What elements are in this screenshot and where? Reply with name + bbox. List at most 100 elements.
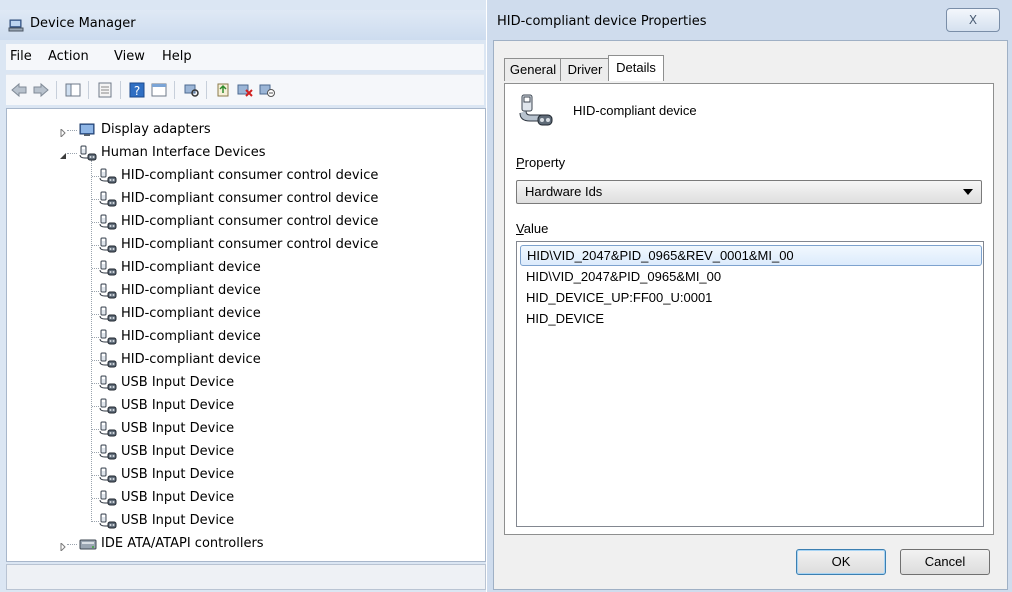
- tab-general[interactable]: General: [504, 58, 562, 81]
- menu-action[interactable]: Action: [48, 49, 89, 64]
- tree-connector: [92, 314, 99, 315]
- ide-controller-icon: [79, 536, 97, 552]
- device-manager-icon: [8, 19, 24, 32]
- tab-driver[interactable]: Driver: [560, 58, 610, 81]
- help-icon[interactable]: ?: [128, 81, 146, 99]
- property-label: Property: [516, 155, 566, 170]
- tree-item-label: Display adapters: [101, 122, 211, 137]
- hid-icon: [99, 513, 117, 529]
- expand-arrow-icon[interactable]: [59, 540, 67, 553]
- back-arrow-icon[interactable]: [10, 81, 28, 99]
- tree-connector: [92, 498, 99, 499]
- hid-icon: [99, 375, 117, 391]
- property-dropdown[interactable]: Hardware Ids: [516, 180, 982, 204]
- tree-item-label: HID-compliant consumer control device: [121, 214, 379, 229]
- value-list-item[interactable]: HID_DEVICE_UP:FF00_U:0001: [520, 287, 980, 308]
- value-list-item[interactable]: HID_DEVICE: [520, 308, 980, 329]
- property-selected-value: Hardware Ids: [525, 184, 603, 199]
- tree-item-label: HID-compliant device: [121, 329, 261, 344]
- tree-connector: [92, 475, 99, 476]
- tree-connector: [92, 291, 99, 292]
- disable-icon[interactable]: [258, 81, 276, 99]
- value-label: Value: [516, 221, 549, 236]
- hid-icon: [99, 467, 117, 483]
- toolbar-separator: [120, 81, 121, 99]
- update-driver-icon[interactable]: [214, 81, 232, 99]
- window-title: Device Manager: [30, 16, 136, 31]
- hid-icon: [99, 306, 117, 322]
- tree-connector: [92, 429, 99, 430]
- hid-icon: [99, 490, 117, 506]
- hid-icon: [99, 237, 117, 253]
- value-list[interactable]: HID\VID_2047&PID_0965&REV_0001&MI_00 HID\…: [516, 241, 984, 527]
- tree-item-label: HID-compliant device: [121, 260, 261, 275]
- display-adapter-icon: [79, 122, 97, 138]
- device-tree[interactable]: Display adapters Human Interface Devices H…: [6, 108, 486, 562]
- tree-item-label: HID-compliant consumer control device: [121, 191, 379, 206]
- menu-view[interactable]: View: [114, 49, 145, 64]
- tree-connector: [67, 153, 77, 154]
- tree-item-label: USB Input Device: [121, 444, 235, 459]
- menu-help[interactable]: Help: [162, 49, 192, 64]
- title-bar[interactable]: Device Manager: [0, 10, 486, 40]
- close-button[interactable]: X: [946, 8, 1000, 32]
- value-list-item[interactable]: HID\VID_2047&PID_0965&MI_00: [520, 266, 980, 287]
- tree-item-label: USB Input Device: [121, 490, 235, 505]
- status-bar: [6, 564, 486, 590]
- hid-icon: [99, 329, 117, 345]
- tree-connector: [67, 130, 77, 131]
- tree-item-label: USB Input Device: [121, 398, 235, 413]
- toolbar-separator: [56, 81, 57, 99]
- hid-icon: [99, 444, 117, 460]
- scan-hardware-icon[interactable]: [182, 81, 200, 99]
- tree-item-label: USB Input Device: [121, 513, 235, 528]
- collapse-arrow-icon[interactable]: [59, 149, 67, 159]
- value-list-item[interactable]: HID\VID_2047&PID_0965&REV_0001&MI_00: [520, 245, 982, 266]
- tree-connector: [92, 360, 99, 361]
- hid-icon: [99, 352, 117, 368]
- cancel-button[interactable]: Cancel: [900, 549, 990, 575]
- properties-icon[interactable]: [96, 81, 114, 99]
- tree-item-label: HID-compliant consumer control device: [121, 168, 379, 183]
- hid-device-icon: [519, 94, 553, 126]
- menu-file[interactable]: File: [10, 49, 32, 64]
- svg-text:?: ?: [134, 84, 140, 98]
- device-name: HID-compliant device: [573, 103, 697, 118]
- tree-connector: [92, 245, 99, 246]
- show-hide-tree-icon[interactable]: [64, 81, 82, 99]
- tree-connector: [92, 268, 99, 269]
- dialog-title: HID-compliant device Properties: [497, 14, 707, 29]
- menu-bar: File Action View Help: [6, 44, 484, 70]
- tree-connector: [92, 521, 99, 522]
- uninstall-icon[interactable]: [236, 81, 254, 99]
- hid-icon: [99, 398, 117, 414]
- ok-button[interactable]: OK: [796, 549, 886, 575]
- toolbar-separator: [174, 81, 175, 99]
- view-icon[interactable]: [150, 81, 168, 99]
- tree-connector: [91, 160, 92, 522]
- hid-icon: [79, 145, 97, 161]
- hid-icon: [99, 191, 117, 207]
- tree-connector: [92, 406, 99, 407]
- tree-item-label: HID-compliant device: [121, 306, 261, 321]
- tree-connector: [67, 544, 77, 545]
- properties-dialog: HID-compliant device Properties X Genera…: [487, 0, 1012, 592]
- forward-arrow-icon[interactable]: [32, 81, 50, 99]
- tree-connector: [92, 199, 99, 200]
- tab-details[interactable]: Details: [608, 55, 664, 81]
- tree-connector: [92, 452, 99, 453]
- tree-connector: [92, 337, 99, 338]
- close-icon: X: [968, 13, 978, 27]
- toolbar: ?: [6, 74, 484, 105]
- hid-icon: [99, 168, 117, 184]
- tree-connector: [92, 222, 99, 223]
- tree-item-label: Human Interface Devices: [101, 145, 266, 160]
- hid-icon: [99, 260, 117, 276]
- tree-item-label: USB Input Device: [121, 467, 235, 482]
- toolbar-separator: [88, 81, 89, 99]
- hid-icon: [99, 421, 117, 437]
- chevron-down-icon: [963, 189, 973, 195]
- tree-item-label: IDE ATA/ATAPI controllers: [101, 536, 264, 551]
- expand-arrow-icon[interactable]: [59, 126, 67, 139]
- device-manager-window: Device Manager File Action View Help ? D…: [0, 0, 486, 592]
